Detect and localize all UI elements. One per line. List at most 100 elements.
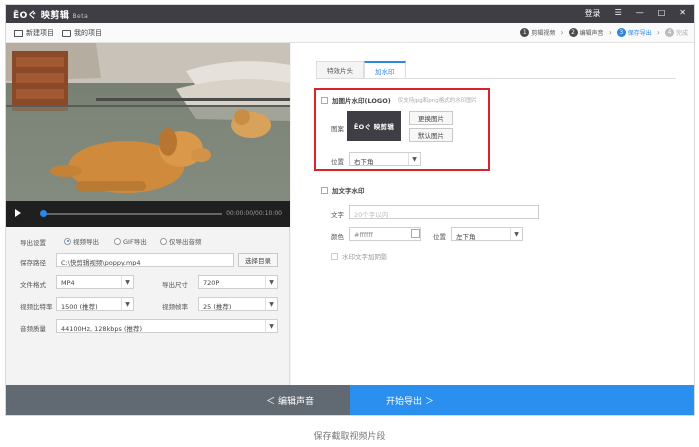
save-path-label: 保存路径 (20, 259, 46, 267)
color-label: 颜色 (331, 233, 344, 241)
image-watermark-hint: 仅支持jpg和png格式的水印图片 (397, 98, 478, 104)
step-number: 3 (616, 28, 626, 37)
text-label: 文字 (331, 211, 344, 219)
shadow-label: 水印文字加阴影 (342, 253, 388, 261)
file-format-select[interactable]: MP4 ▼ (56, 275, 134, 289)
radio-video-export[interactable]: 视频导出 (64, 236, 99, 246)
file-format-value: MP4 (61, 279, 75, 287)
tab-watermark[interactable]: 加水印 (364, 61, 406, 78)
export-size-label: 导出尺寸 (162, 281, 188, 289)
step-label: 完成 (675, 30, 688, 37)
pattern-label: 图案 (331, 125, 344, 133)
my-projects-button[interactable]: 我的项目 (62, 28, 102, 38)
file-format-label: 文件格式 (20, 281, 46, 289)
window-controls: 登录 ☰ — □ ✕ (585, 8, 686, 19)
minimize-icon[interactable]: — (636, 8, 644, 19)
radio-label: GIF导出 (123, 238, 147, 246)
step-edit-video[interactable]: 1 剪辑视频 (520, 28, 555, 37)
player-controls: 00:00:00/00:10:00 (6, 201, 290, 227)
image-caption: 保存截取视频片段 (313, 432, 386, 442)
bottom-bar: ＜ 编辑声音 开始导出 ＞ (6, 385, 694, 415)
step-edit-audio[interactable]: 2 编辑声音 (568, 28, 604, 37)
text-watermark-toggle[interactable]: 加文字水印 (321, 185, 365, 195)
audio-quality-value: 44100Hz, 128kbps (推荐) (61, 325, 143, 333)
save-path-row: 保存路径 C:\快剪辑视频\poppy.mp4 选择目录 (6, 253, 290, 269)
audio-row: 音频质量 44100Hz, 128kbps (推荐) ▼ (6, 319, 290, 335)
beta-badge: Beta (72, 13, 89, 20)
image-watermark-title: 加图片水印(LOGO) (332, 97, 391, 105)
text-watermark-title: 加文字水印 (332, 187, 365, 195)
shadow-toggle[interactable]: 水印文字加阴影 (331, 251, 388, 261)
bitrate-label: 视频比特率 (20, 303, 53, 311)
chevron-down-icon: ▼ (265, 320, 277, 332)
text-position-select[interactable]: 左下角 ▼ (451, 227, 523, 241)
maximize-icon[interactable]: □ (658, 8, 666, 19)
video-frame-image (6, 43, 290, 201)
back-edit-audio-button[interactable]: ＜ 编辑声音 (6, 385, 350, 415)
toolbar: 新建项目 我的项目 1 剪辑视频 › 2 编辑声音 › 3 保存导出 › 4 完… (6, 23, 694, 43)
image-watermark-toggle[interactable]: 加图片水印(LOGO) 仅支持jpg和png格式的水印图片 (321, 95, 477, 105)
browse-button[interactable]: 选择目录 (238, 253, 278, 267)
app-window: ЁOぐ 映剪辑 Beta 登录 ☰ — □ ✕ 新建项目 我的项目 1 剪辑视频 … (5, 4, 695, 416)
radio-label: 仅导出音频 (169, 238, 202, 246)
framerate-value: 25 (推荐) (203, 303, 232, 311)
app-logo: ЁOぐ 映剪辑 Beta (13, 8, 88, 21)
radio-audio-export[interactable]: 仅导出音频 (160, 236, 202, 246)
close-icon[interactable]: ✕ (679, 8, 686, 19)
bitrate-select[interactable]: 1500 (推荐) ▼ (56, 297, 134, 311)
title-bar: ЁOぐ 映剪辑 Beta 登录 ☰ — □ ✕ (6, 5, 694, 23)
seek-handle[interactable] (40, 210, 47, 217)
image-position-select[interactable]: 右下角 ▼ (349, 152, 421, 166)
export-settings-label: 导出设置 (20, 239, 46, 247)
tab-intro-effects[interactable]: 特效片头 (316, 61, 364, 78)
chevron-right-icon: › (560, 28, 564, 37)
app-logo-text: ЁOぐ 映剪辑 (13, 11, 70, 21)
bitrate-row: 视频比特率 1500 (推荐) ▼ 视频帧率 25 (推荐) ▼ (6, 297, 290, 313)
new-project-label: 新建项目 (26, 29, 54, 37)
chevron-right-icon: › (656, 28, 660, 37)
login-button[interactable]: 登录 (585, 8, 601, 19)
audio-quality-label: 音频质量 (20, 325, 46, 333)
watermark-text-input[interactable]: 20个字以内 (349, 205, 539, 219)
chevron-right-icon: › (608, 28, 612, 37)
seek-bar[interactable] (40, 210, 222, 217)
color-swatch[interactable] (411, 229, 420, 238)
start-export-button[interactable]: 开始导出 ＞ (350, 385, 694, 415)
export-size-value: 720P (203, 279, 220, 287)
change-image-button[interactable]: 更换图片 (409, 111, 453, 125)
framerate-label: 视频帧率 (162, 303, 188, 311)
audio-quality-select[interactable]: 44100Hz, 128kbps (推荐) ▼ (56, 319, 278, 333)
playback-time: 00:00:00/00:10:00 (226, 210, 282, 217)
chevron-down-icon: ▼ (408, 153, 420, 165)
play-icon[interactable] (15, 209, 21, 217)
step-number: 1 (520, 28, 530, 37)
step-save-export[interactable]: 3 保存导出 (616, 28, 652, 37)
export-mode-row: 导出设置 视频导出 GIF导出 仅导出音频 (6, 233, 290, 249)
text-position-label: 位置 (433, 233, 446, 241)
step-label: 剪辑视频 (531, 30, 556, 37)
image-position-value: 右下角 (354, 158, 374, 166)
default-image-button[interactable]: 默认图片 (409, 128, 453, 142)
folder-icon (62, 29, 71, 37)
bitrate-value: 1500 (推荐) (61, 303, 98, 311)
checkbox-icon (331, 252, 338, 260)
checkbox-icon (321, 96, 328, 104)
new-project-button[interactable]: 新建项目 (14, 28, 54, 38)
step-number: 4 (664, 28, 674, 37)
format-row: 文件格式 MP4 ▼ 导出尺寸 720P ▼ (6, 275, 290, 291)
left-panel: 00:00:00/00:10:00 导出设置 视频导出 GIF导出 仅导出音频 (6, 43, 290, 385)
text-position-value: 左下角 (456, 233, 476, 241)
radio-gif-export[interactable]: GIF导出 (114, 236, 147, 246)
position-label: 位置 (331, 158, 344, 166)
export-size-select[interactable]: 720P ▼ (198, 275, 278, 289)
radio-label: 视频导出 (73, 238, 99, 246)
step-indicator: 1 剪辑视频 › 2 编辑声音 › 3 保存导出 › 4 完成 (520, 28, 688, 37)
framerate-select[interactable]: 25 (推荐) ▼ (198, 297, 278, 311)
chevron-down-icon: ▼ (121, 298, 133, 310)
radio-icon (160, 237, 167, 245)
menu-icon[interactable]: ☰ (615, 8, 622, 19)
save-path-input[interactable]: C:\快剪辑视频\poppy.mp4 (56, 253, 234, 267)
new-project-icon (14, 29, 23, 37)
logo-preview-image: ЁOぐ 映剪辑 (347, 111, 401, 141)
my-projects-label: 我的项目 (74, 29, 102, 37)
